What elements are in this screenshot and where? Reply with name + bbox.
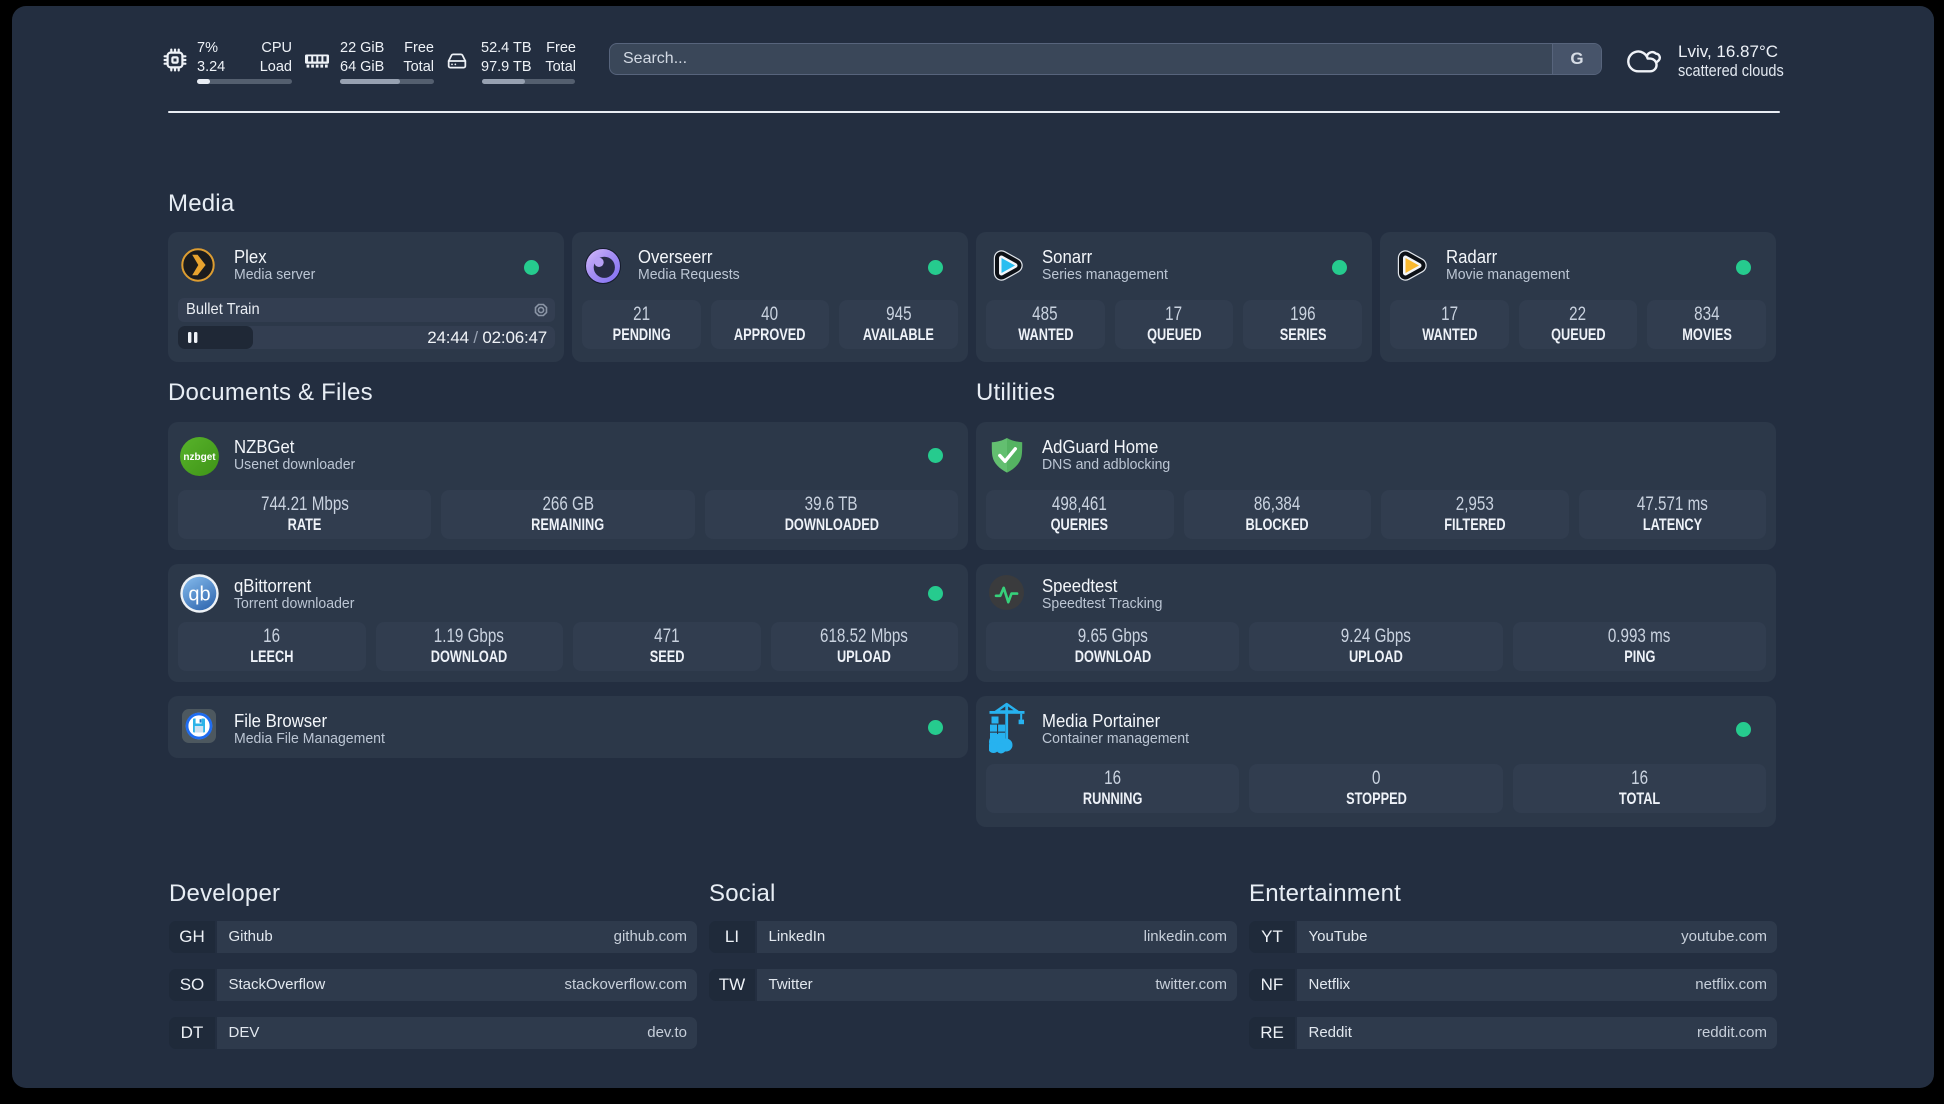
svg-text:qb: qb	[188, 584, 210, 606]
svg-text:nzbget: nzbget	[183, 452, 216, 463]
